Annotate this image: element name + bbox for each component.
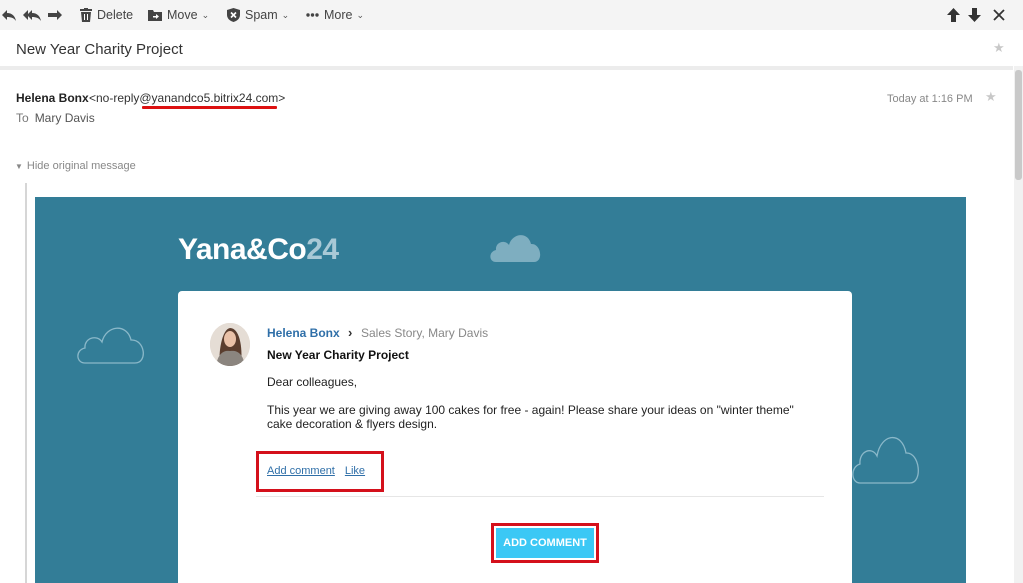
chevron-down-icon: ▼: [15, 161, 23, 171]
highlight-box: [256, 451, 384, 492]
arrow-up-icon[interactable]: [947, 0, 960, 30]
chevron-down-icon: ⌄: [281, 9, 290, 20]
avatar: [210, 323, 250, 366]
scrollbar-thumb[interactable]: [1015, 70, 1022, 180]
cloud-icon: [490, 235, 541, 262]
email-banner: Yana&Co24 Helena Bonx › Sales Story, Mar…: [35, 197, 966, 583]
sender-email[interactable]: <no-reply@yanandco5.bitrix24.com>: [89, 91, 285, 105]
logo-number: 24: [306, 233, 339, 266]
post-title: New Year Charity Project: [267, 348, 409, 362]
post-destinations: Sales Story, Mary Davis: [361, 326, 489, 340]
recipient-name[interactable]: Mary Davis: [35, 111, 95, 125]
more-label: More: [324, 8, 353, 22]
to-label: To: [16, 111, 29, 125]
message-date: Today at 1:16 PM: [887, 93, 973, 105]
logo-text: Yana&Co: [178, 233, 307, 266]
spam-button[interactable]: Spam ⌄: [227, 0, 289, 30]
move-button[interactable]: Move ⌄: [148, 0, 209, 30]
add-comment-button[interactable]: ADD COMMENT: [496, 528, 594, 558]
more-button[interactable]: More ⌄: [306, 0, 364, 30]
ellipsis-icon: [306, 13, 319, 17]
spam-label: Spam: [245, 8, 278, 22]
post-text: This year we are giving away 100 cakes f…: [267, 403, 794, 431]
reply-all-icon[interactable]: [23, 0, 41, 30]
post-card: Helena Bonx › Sales Story, Mary Davis Ne…: [178, 291, 852, 583]
star-icon[interactable]: ★: [993, 40, 1005, 56]
trash-icon: [80, 8, 92, 22]
recipient-line: To Mary Davis: [16, 111, 95, 125]
chevron-down-icon: ⌄: [356, 9, 365, 20]
email-highlight-underline: [142, 106, 277, 109]
reply-icon[interactable]: [2, 0, 16, 30]
close-icon[interactable]: [993, 0, 1005, 30]
star-icon[interactable]: ★: [985, 89, 997, 105]
toggle-label: Hide original message: [26, 160, 136, 172]
cloud-icon: [852, 436, 919, 484]
company-logo: Yana&Co24: [178, 233, 339, 267]
arrow-down-icon[interactable]: [968, 0, 981, 30]
subject-title: New Year Charity Project: [16, 41, 183, 58]
toolbar: Delete Move ⌄ Spam ⌄ More ⌄: [0, 0, 1023, 30]
divider: [0, 66, 1013, 70]
cloud-icon: [77, 327, 144, 364]
chevron-down-icon: ⌄: [201, 9, 210, 20]
post-greeting: Dear colleagues,: [267, 375, 358, 389]
move-label: Move: [167, 8, 198, 22]
forward-icon[interactable]: [48, 0, 62, 30]
quote-bar: [25, 183, 27, 583]
chevron-right-icon: ›: [348, 325, 353, 340]
divider: [256, 496, 824, 497]
shield-icon: [227, 8, 240, 22]
hide-original-toggle[interactable]: ▼ Hide original message: [15, 160, 136, 172]
post-author[interactable]: Helena Bonx: [267, 326, 340, 340]
sender-name[interactable]: Helena Bonx: [16, 91, 89, 105]
delete-label: Delete: [97, 8, 134, 22]
folder-move-icon: [148, 10, 162, 21]
delete-button[interactable]: Delete: [80, 0, 133, 30]
